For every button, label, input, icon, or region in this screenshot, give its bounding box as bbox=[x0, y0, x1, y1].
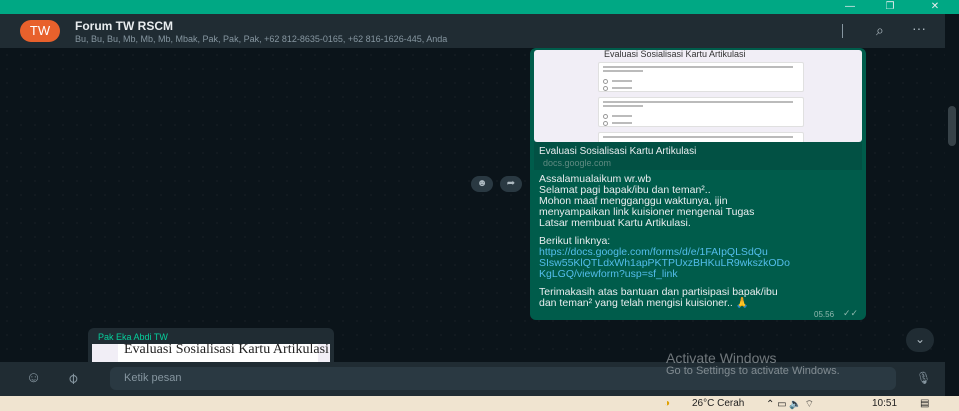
notification-icon[interactable]: ▤ bbox=[920, 398, 929, 409]
chat-header[interactable]: TW Forum TW RSCM Bu, Bu, Bu, Mb, Mb, Mb,… bbox=[0, 14, 945, 48]
group-avatar[interactable]: TW bbox=[20, 20, 60, 42]
window-titlebar: — ❐ ✕ bbox=[0, 0, 959, 14]
incoming-link-preview[interactable]: Evaluasi Sosialisasi Kartu Artikulasi bbox=[92, 342, 330, 362]
message-url-link[interactable]: KgLGQ/viewform?usp=sf_link bbox=[539, 269, 861, 280]
weather-status[interactable]: 26°C Cerah bbox=[692, 398, 744, 409]
activation-watermark-text: Go to Settings to activate Windows. bbox=[666, 365, 840, 377]
emoji-icon[interactable]: ☺ bbox=[26, 369, 41, 386]
restore-button[interactable]: ❐ bbox=[870, 0, 910, 14]
clock[interactable]: 10:51 bbox=[872, 398, 897, 409]
chat-participants: Bu, Bu, Bu, Mb, Mb, Mb, Mbak, Pak, Pak, … bbox=[75, 34, 448, 44]
minimize-button[interactable]: — bbox=[830, 0, 870, 14]
outgoing-message[interactable]: Evaluasi Sosialisasi Kartu Artikulasi Ev… bbox=[530, 48, 866, 320]
read-ticks-icon: ✓✓ bbox=[843, 308, 859, 318]
weather-icon[interactable]: ◑ bbox=[664, 398, 670, 409]
scrollbar-thumb[interactable] bbox=[948, 106, 956, 146]
message-line: dan teman² yang telah mengisi kuisioner.… bbox=[539, 297, 749, 309]
preview-form-card bbox=[598, 62, 804, 92]
attach-icon[interactable]: ⌀ bbox=[63, 368, 82, 387]
mic-icon[interactable]: 🎙 bbox=[916, 371, 931, 385]
message-time: 05.56 bbox=[814, 310, 835, 319]
activation-watermark-title: Activate Windows bbox=[666, 350, 777, 366]
search-icon[interactable]: ⌕ bbox=[876, 22, 884, 39]
chat-scrollbar[interactable] bbox=[945, 48, 959, 396]
incoming-message[interactable]: Pak Eka Abdi TW Evaluasi Sosialisasi Kar… bbox=[88, 328, 334, 362]
sender-name[interactable]: Pak Eka Abdi TW bbox=[98, 332, 168, 342]
scroll-down-button[interactable]: ⌄ bbox=[906, 328, 934, 352]
preview-form-card bbox=[598, 97, 804, 127]
emoji-reaction-icon[interactable]: ☻ bbox=[471, 176, 493, 192]
header-separator bbox=[842, 24, 843, 38]
menu-icon[interactable]: ··· bbox=[912, 20, 926, 36]
windows-taskbar: ◑ 26°C Cerah ⌃ ▭ 🔈 ⌔ 10:51 ▤ bbox=[0, 396, 959, 411]
link-preview-domain: docs.google.com bbox=[543, 158, 612, 168]
close-button[interactable]: ✕ bbox=[915, 0, 955, 14]
chat-messages-area[interactable]: Evaluasi Sosialisasi Kartu Artikulasi Ev… bbox=[0, 48, 945, 362]
chat-title[interactable]: Forum TW RSCM bbox=[75, 19, 173, 33]
message-line: Latsar membuat Kartu Artikulasi. bbox=[539, 217, 691, 229]
link-preview-image[interactable]: Evaluasi Sosialisasi Kartu Artikulasi bbox=[534, 50, 862, 142]
preview-form-card bbox=[598, 132, 804, 142]
message-input-placeholder: Ketik pesan bbox=[124, 372, 182, 384]
tray-icons[interactable]: ⌃ ▭ 🔈 ⌔ bbox=[766, 398, 814, 411]
link-preview-title[interactable]: Evaluasi Sosialisasi Kartu Artikulasi bbox=[539, 146, 696, 157]
preview-form-title: Evaluasi Sosialisasi Kartu Artikulasi bbox=[604, 50, 746, 59]
forward-icon[interactable]: ➦ bbox=[500, 176, 522, 192]
incoming-preview-title: Evaluasi Sosialisasi Kartu Artikulasi bbox=[124, 342, 329, 357]
